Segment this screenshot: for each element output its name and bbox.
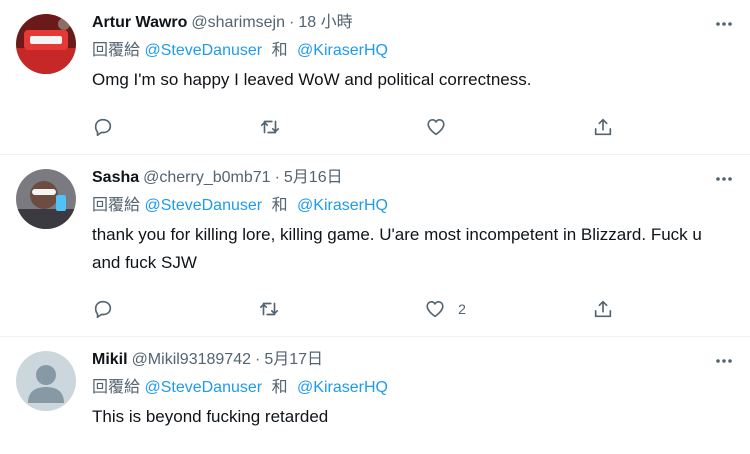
retweet-button[interactable] (258, 298, 298, 320)
avatar[interactable] (16, 14, 76, 74)
retweet-icon (259, 302, 279, 316)
retweet-icon (260, 120, 279, 134)
mention-link[interactable]: @SteveDanuser (144, 197, 262, 214)
reply-prefix: 回覆給 (92, 379, 141, 396)
user-handle[interactable]: @sharimsejn (191, 12, 285, 34)
reply-button[interactable] (92, 116, 132, 138)
conjunction: 和 (271, 197, 288, 214)
tweet-text: This is beyond fucking retarded (92, 407, 329, 426)
more-icon (716, 359, 732, 363)
display-name[interactable]: Sasha (92, 167, 139, 189)
share-icon (594, 118, 612, 136)
timestamp[interactable]: 5月17日 (264, 349, 323, 371)
display-name[interactable]: Artur Wawro (92, 12, 187, 34)
reply-button[interactable] (92, 298, 132, 320)
heart-icon (427, 119, 445, 136)
reply-feed: Artur Wawro @sharimsejn · 18 小時 回覆給 @Ste… (0, 0, 750, 454)
tweet-actions: 2 (92, 295, 632, 323)
tweet-header: Sasha @cherry_b0mb71 · 5月16日 (92, 167, 734, 189)
more-button[interactable] (712, 349, 736, 373)
mention-link[interactable]: @KiraserHQ (297, 379, 388, 396)
user-handle[interactable]: @Mikil93189742 (132, 349, 251, 371)
replying-to: 回覆給 @SteveDanuser 和 @KiraserHQ (92, 40, 734, 62)
avatar[interactable] (16, 351, 76, 411)
tweet-text: thank you for killing lore, killing game… (92, 225, 702, 272)
reply-icon (94, 118, 112, 137)
tweet-header: Mikil @Mikil93189742 · 5月17日 (92, 349, 734, 371)
share-button[interactable] (592, 298, 632, 320)
user-handle[interactable]: @cherry_b0mb71 (143, 167, 270, 189)
reply-prefix: 回覆給 (92, 42, 141, 59)
tweet-body: Mikil @Mikil93189742 · 5月17日 回覆給 @SteveD… (92, 349, 734, 431)
retweet-button[interactable] (259, 116, 299, 138)
tweet[interactable]: Artur Wawro @sharimsejn · 18 小時 回覆給 @Ste… (0, 0, 750, 155)
tweet-body: Sasha @cherry_b0mb71 · 5月16日 回覆給 @SteveD… (92, 167, 734, 277)
tweet[interactable]: Sasha @cherry_b0mb71 · 5月16日 回覆給 @SteveD… (0, 155, 750, 337)
mention-link[interactable]: @SteveDanuser (144, 379, 262, 396)
more-icon (716, 22, 732, 26)
separator: · (274, 169, 280, 186)
display-name[interactable]: Mikil (92, 349, 128, 371)
mention-link[interactable]: @KiraserHQ (297, 197, 388, 214)
reply-prefix: 回覆給 (92, 197, 141, 214)
reply-icon (94, 300, 112, 319)
more-button[interactable] (712, 12, 736, 36)
conjunction: 和 (271, 379, 288, 396)
more-button[interactable] (712, 167, 736, 191)
timestamp[interactable]: 18 小時 (298, 12, 352, 34)
share-button[interactable] (592, 116, 632, 138)
timestamp[interactable]: 5月16日 (284, 167, 343, 189)
tweet[interactable]: Mikil @Mikil93189742 · 5月17日 回覆給 @SteveD… (0, 337, 750, 454)
tweet-body: Artur Wawro @sharimsejn · 18 小時 回覆給 @Ste… (92, 12, 734, 94)
replying-to: 回覆給 @SteveDanuser 和 @KiraserHQ (92, 195, 734, 217)
like-button[interactable]: 2 (424, 298, 466, 320)
avatar[interactable] (16, 169, 76, 229)
heart-icon (426, 301, 444, 318)
mention-link[interactable]: @KiraserHQ (297, 42, 388, 59)
like-count: 2 (458, 301, 466, 317)
like-button[interactable] (425, 116, 465, 138)
tweet-text: Omg I'm so happy I leaved WoW and politi… (92, 70, 532, 89)
separator: · (254, 351, 261, 368)
separator: · (289, 14, 295, 31)
tweet-actions (92, 113, 632, 141)
share-icon (594, 300, 612, 318)
replying-to: 回覆給 @SteveDanuser 和 @KiraserHQ (92, 377, 734, 399)
tweet-header: Artur Wawro @sharimsejn · 18 小時 (92, 12, 734, 34)
conjunction: 和 (271, 42, 288, 59)
more-icon (716, 177, 732, 181)
mention-link[interactable]: @SteveDanuser (144, 42, 262, 59)
